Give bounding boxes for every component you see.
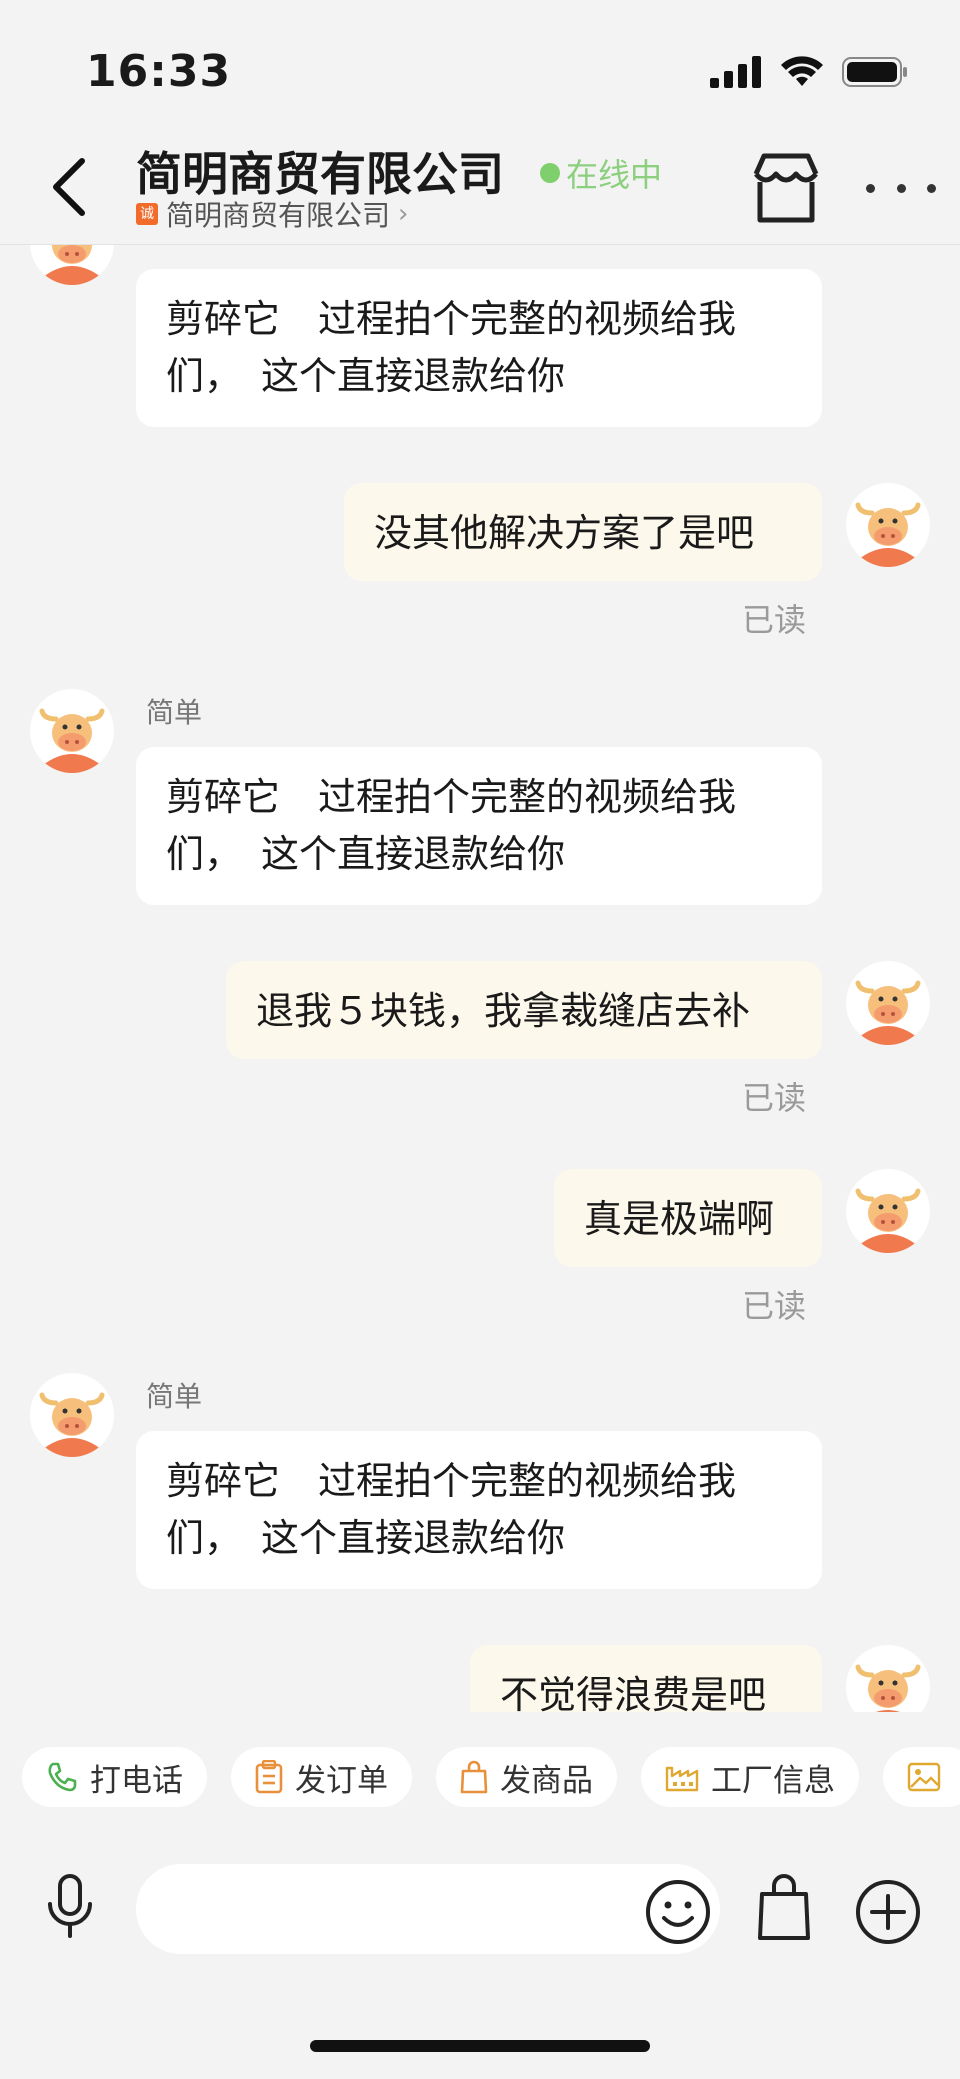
user-avatar[interactable]: [846, 483, 930, 567]
back-button[interactable]: [40, 152, 100, 222]
emoji-button[interactable]: [644, 1878, 712, 1946]
quick-actions-bar: 打电话 发订单 发商品 工厂信息: [0, 1712, 960, 1842]
message-bubble-outgoing[interactable]: 真是极端啊: [554, 1169, 822, 1267]
smiley-icon: [646, 1880, 710, 1944]
image-icon: [907, 1762, 941, 1792]
cow-avatar-icon: [846, 1645, 930, 1712]
clipboard-icon: [255, 1760, 283, 1794]
seller-avatar[interactable]: [30, 1373, 114, 1457]
message-bubble-incoming[interactable]: 剪碎它 过程拍个完整的视频给我们， 这个直接退款给你: [136, 269, 822, 427]
input-bar: [0, 1842, 960, 1972]
cow-avatar-icon: [30, 1373, 114, 1457]
cow-avatar-icon: [30, 689, 114, 773]
shopping-bag-icon: [460, 1760, 488, 1794]
chevron-left-icon: [53, 158, 85, 216]
cow-avatar-icon: [846, 961, 930, 1045]
microphone-icon: [48, 1874, 92, 1938]
cow-avatar-icon: [846, 483, 930, 567]
more-actions-button[interactable]: [854, 1878, 922, 1946]
chat-messages[interactable]: 剪碎它 过程拍个完整的视频给我们， 这个直接退款给你 没其他解决方案了是吧 已读…: [0, 245, 960, 1712]
status-bar: 16:33: [0, 0, 960, 130]
product-button[interactable]: [756, 1872, 812, 1942]
factory-icon: [665, 1766, 699, 1792]
online-status: 在线中: [540, 150, 662, 196]
status-icons: [710, 56, 908, 88]
store-button[interactable]: [746, 148, 826, 228]
more-dot-icon: [927, 183, 936, 193]
send-product-label: 发商品: [500, 1762, 593, 1799]
home-indicator[interactable]: [310, 2040, 650, 2052]
send-order-label: 发订单: [295, 1762, 388, 1799]
more-dot-icon: [896, 183, 906, 193]
message-bubble-outgoing[interactable]: 退我５块钱，我拿裁缝店去补: [226, 961, 822, 1059]
send-product-button[interactable]: 发商品: [436, 1747, 617, 1807]
voice-button[interactable]: [40, 1872, 100, 1942]
message-bubble-outgoing[interactable]: 不觉得浪费是吧: [470, 1645, 822, 1712]
send-order-button[interactable]: 发订单: [231, 1747, 412, 1807]
company-name: 简明商贸有限公司: [166, 199, 391, 232]
message-bubble-incoming[interactable]: 剪碎它 过程拍个完整的视频给我们， 这个直接退款给你: [136, 747, 822, 905]
store-icon: [753, 153, 819, 223]
message-bubble-outgoing[interactable]: 没其他解决方案了是吧: [344, 483, 822, 581]
battery-icon: [842, 57, 907, 87]
factory-info-button[interactable]: 工厂信息: [641, 1747, 859, 1807]
user-avatar[interactable]: [846, 1169, 930, 1253]
status-time: 16:33: [86, 46, 232, 97]
user-avatar[interactable]: [846, 1645, 930, 1712]
chevron-right-icon: ›: [398, 199, 409, 229]
plus-circle-icon: [856, 1880, 920, 1944]
message-input[interactable]: [136, 1864, 720, 1954]
chat-header: 简明商贸有限公司 在线中 诚 简明商贸有限公司 ›: [0, 130, 960, 245]
seller-avatar[interactable]: [30, 245, 114, 285]
read-receipt: 已读: [742, 1079, 807, 1117]
more-options-button[interactable]: [866, 170, 936, 206]
user-avatar[interactable]: [846, 961, 930, 1045]
sender-name: 简单: [146, 696, 203, 729]
phone-icon: [48, 1762, 77, 1792]
verified-badge-icon: 诚: [136, 203, 158, 225]
read-receipt: 已读: [742, 1287, 807, 1325]
send-image-button[interactable]: [883, 1747, 960, 1807]
factory-info-label: 工厂信息: [711, 1762, 835, 1799]
message-bubble-incoming[interactable]: 剪碎它 过程拍个完整的视频给我们， 这个直接退款给你: [136, 1431, 822, 1589]
cow-avatar-icon: [30, 245, 114, 285]
online-dot-icon: [540, 163, 560, 183]
seller-avatar[interactable]: [30, 689, 114, 773]
call-button[interactable]: 打电话: [22, 1747, 207, 1807]
company-link[interactable]: 诚 简明商贸有限公司 ›: [136, 194, 408, 234]
more-dot-icon: [866, 183, 875, 193]
cow-avatar-icon: [846, 1169, 930, 1253]
shopping-bag-icon: [758, 1874, 810, 1940]
wifi-icon: [781, 56, 823, 86]
online-status-label: 在线中: [566, 156, 663, 194]
sender-name: 简单: [146, 1380, 203, 1413]
call-button-label: 打电话: [90, 1762, 183, 1799]
read-receipt: 已读: [742, 601, 807, 639]
signal-icon: [710, 56, 761, 88]
